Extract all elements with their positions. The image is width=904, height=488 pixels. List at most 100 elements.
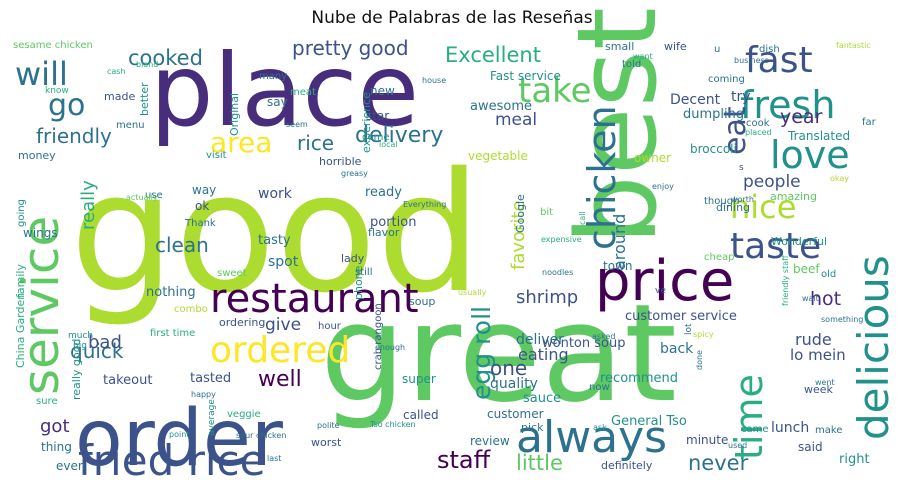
cloud-word-used: used (728, 441, 747, 450)
cloud-word-sweet: sweet (217, 268, 247, 279)
cloud-word-quality: quality (490, 376, 538, 392)
cloud-word-worth: worth (731, 195, 754, 204)
cloud-word-tasted: tasted (190, 371, 231, 386)
cloud-word-way: way (192, 183, 216, 197)
cloud-word-polite: polite (317, 421, 340, 430)
cloud-word-tso-chicken: Tso chicken (369, 420, 416, 429)
cloud-word-cheap: cheap (704, 252, 734, 263)
cloud-word-coming: coming (708, 74, 745, 85)
cloud-word-much: much (68, 331, 93, 341)
cloud-word-broccoli: broccoli (690, 142, 737, 156)
cloud-word-usually: usually (458, 288, 487, 297)
cloud-word-rude: rude (795, 330, 832, 349)
cloud-word-never: never (688, 451, 749, 475)
cloud-word-experience: experience (360, 92, 373, 153)
cloud-word-seem: seem (286, 120, 308, 129)
cloud-word-customer-service: customer service (625, 309, 737, 324)
cloud-word-many: many (259, 71, 287, 82)
cloud-word-thank: Thank (184, 218, 216, 229)
cloud-word-staff: staff (437, 446, 491, 474)
cloud-word-noodles: noodles (542, 268, 573, 277)
cloud-word-fast-service: Fast service (490, 69, 561, 83)
cloud-word-make: make (815, 425, 842, 436)
cloud-word-customer: customer (487, 407, 544, 421)
cloud-word-visit: visit (206, 150, 227, 161)
cloud-word-dish: dish (759, 44, 780, 55)
cloud-word-spot: spot (268, 254, 299, 270)
cloud-word-horrible: horrible (319, 155, 362, 168)
cloud-word-definitely: definitely (601, 459, 653, 472)
cloud-word-decent: Decent (670, 92, 721, 108)
cloud-word-sauce: sauce (523, 391, 561, 406)
cloud-word-okay: okay (830, 174, 849, 183)
cloud-word-wait: wait (802, 294, 819, 303)
cloud-word-beef: beef (793, 262, 820, 276)
cloud-word-fried-rice: fried rice (78, 436, 265, 485)
cloud-word-even: even (56, 459, 85, 473)
cloud-word-year: year (780, 106, 823, 128)
cloud-word-awesome: awesome (470, 99, 532, 114)
cloud-word-back: back (660, 341, 694, 357)
cloud-word-give: give (265, 315, 301, 335)
cloud-word-recommend: recommend (600, 371, 678, 386)
cloud-word-new: new (370, 84, 395, 98)
cloud-word-menu: menu (116, 120, 145, 131)
cloud-word-actually: actually (126, 193, 158, 202)
cloud-word-still: still (355, 267, 372, 278)
cloud-word-know: know (45, 86, 69, 96)
cloud-word-ordered: ordered (210, 330, 350, 371)
cloud-word-delicious: delicious (849, 255, 898, 440)
cloud-word-sesame-chicken: sesame chicken (13, 40, 93, 51)
cloud-word-translated: Translated (787, 129, 850, 143)
cloud-word-ok: ok (195, 199, 209, 213)
cloud-word-friendly-staff: friendly staff (781, 255, 790, 306)
cloud-word-last: last (267, 454, 281, 463)
cloud-word-ve: ve (655, 286, 666, 296)
cloud-word-spicy: spicy (693, 330, 714, 339)
cloud-word-enough: enough (375, 343, 405, 352)
cloud-word-fantastic: fantastic (836, 41, 871, 50)
cloud-word-enjoy: enjoy (652, 182, 674, 191)
cloud-word-wings: wings (23, 226, 58, 240)
cloud-word-local: local (379, 140, 398, 149)
cloud-word-pick: pick (521, 421, 544, 434)
cloud-word-something: something (821, 315, 863, 324)
cloud-word-tasty: tasty (258, 233, 291, 248)
cloud-word-s: s (739, 163, 744, 173)
cloud-word-nothing: nothing (146, 285, 196, 300)
cloud-word-owner: owner (634, 151, 671, 165)
cloud-word-expensive: expensive (541, 235, 582, 244)
cloud-word-ask: ask (593, 423, 607, 432)
cloud-word-got: got (40, 416, 70, 437)
cloud-word-came: came (741, 424, 769, 435)
cloud-word-first-time: first time (150, 328, 195, 339)
cloud-word-hour: hour (318, 321, 342, 332)
cloud-word-call: call (578, 211, 587, 225)
cloud-word-done: done (695, 350, 704, 370)
cloud-word-shrimp: shrimp (516, 287, 578, 308)
cloud-word-really: really (78, 180, 99, 230)
cloud-word-sure: sure (36, 396, 58, 407)
cloud-word-crab-rangoon: crab rangoon (373, 303, 384, 370)
cloud-word-small: small (605, 40, 634, 53)
cloud-word-lunch: lunch (771, 420, 809, 436)
cloud-word-worst: worst (311, 436, 342, 449)
cloud-word-wife: wife (664, 40, 687, 53)
cloud-word-veggie: veggie (227, 409, 261, 420)
cloud-word-pretty-good: pretty good (292, 36, 409, 60)
cloud-word-china-garden: China Garden (14, 293, 27, 368)
cloud-word-try: try (731, 89, 751, 105)
cloud-word-super: super (402, 372, 436, 386)
cloud-word-review: review (470, 434, 510, 448)
cloud-word-lady: lady (341, 252, 365, 265)
word-cloud: goodgreatplace bestorderservice pricealway… (12, 7, 898, 485)
cloud-word-placed: placed (745, 128, 772, 137)
cloud-word-far: far (862, 117, 877, 128)
cloud-word-little: little (516, 451, 563, 475)
cloud-word-ordering: ordering (219, 316, 265, 329)
cloud-word-cash: cash (107, 67, 126, 76)
cloud-word-takeout: takeout (103, 373, 152, 388)
cloud-word-people: people (743, 172, 801, 192)
cloud-word-clean: clean (155, 233, 209, 257)
cloud-word-house: house (422, 76, 446, 85)
